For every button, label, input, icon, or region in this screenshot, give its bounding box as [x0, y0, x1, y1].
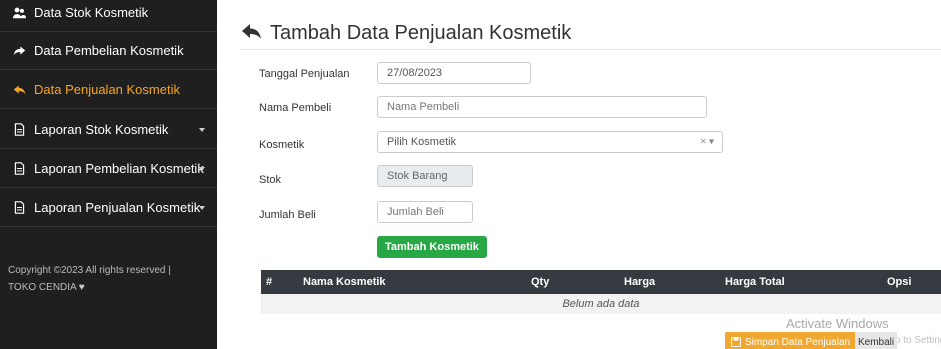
sidebar-item-laporan-stok[interactable]: Laporan Stok Kosmetik: [0, 111, 217, 149]
reply-icon: [12, 83, 26, 97]
chevron-down-icon: [199, 166, 205, 171]
nama-pembeli-input[interactable]: Nama Pembeli: [377, 96, 707, 118]
copyright-line: Copyright ©2023 All rights reserved |: [8, 265, 171, 276]
copyright: Copyright ©2023 All rights reserved | TO…: [8, 262, 213, 296]
table-empty-row: Belum ada data: [261, 294, 941, 314]
simpan-button-label: Simpan Data Penjualan: [745, 336, 851, 348]
file-icon: [12, 123, 26, 137]
column-header-harga-total: Harga Total: [725, 276, 785, 288]
page-header: Tambah Data Penjualan Kosmetik: [241, 22, 571, 45]
stok-input: Stok Barang: [377, 165, 473, 187]
sidebar-item-label: Data Pembelian Kosmetik: [34, 43, 184, 58]
file-icon: [12, 162, 26, 176]
kosmetik-select[interactable]: Pilih Kosmetik × ▾: [377, 131, 723, 153]
kosmetik-select-value: Pilih Kosmetik: [387, 136, 457, 148]
users-icon: [12, 6, 26, 20]
sidebar-item-label: Data Stok Kosmetik: [34, 5, 149, 20]
heart-icon: ♥: [78, 282, 85, 293]
divider: [241, 49, 941, 50]
clear-icon[interactable]: ×: [700, 137, 706, 148]
chevron-down-icon: [199, 127, 205, 132]
select-controls: × ▾: [700, 137, 714, 148]
chevron-down-icon: ▾: [708, 136, 714, 148]
store-name: TOKO CENDIA: [8, 282, 77, 293]
tambah-kosmetik-button[interactable]: Tambah Kosmetik: [377, 236, 487, 258]
main-content: Tambah Data Penjualan Kosmetik Tanggal P…: [217, 0, 941, 349]
sidebar-item-label: Laporan Stok Kosmetik: [34, 122, 169, 137]
sidebar-item-label: Data Penjualan Kosmetik: [34, 82, 180, 97]
jumlah-label: Jumlah Beli: [259, 209, 316, 221]
file-icon: [12, 201, 26, 215]
column-header-number: #: [266, 276, 273, 288]
table-header: # Nama Kosmetik Qty Harga Harga Total Op…: [261, 270, 941, 294]
page-title: Tambah Data Penjualan Kosmetik: [270, 22, 572, 44]
copyright-line: TOKO CENDIA ♥: [8, 279, 213, 296]
sidebar-item-data-pembelian[interactable]: Data Pembelian Kosmetik: [0, 32, 217, 70]
column-header-harga: Harga: [624, 276, 656, 288]
chevron-down-icon: [199, 205, 205, 210]
simpan-button[interactable]: Simpan Data Penjualan: [725, 332, 857, 349]
column-header-opsi: Opsi: [887, 276, 912, 288]
jumlah-beli-input[interactable]: Jumlah Beli: [377, 201, 473, 223]
save-icon: [731, 337, 741, 347]
sidebar-item-label: Laporan Pembelian Kosmetik: [34, 161, 204, 176]
sidebar-item-label: Laporan Penjualan Kosmetik: [34, 200, 201, 215]
kembali-button[interactable]: Kembali: [855, 332, 898, 349]
column-header-qty: Qty: [531, 276, 550, 288]
reply-icon: [241, 22, 262, 45]
sidebar-item-laporan-pembelian[interactable]: Laporan Pembelian Kosmetik: [0, 150, 217, 188]
kosmetik-label: Kosmetik: [259, 139, 305, 151]
share-icon: [12, 44, 26, 58]
stok-label: Stok: [259, 174, 282, 186]
activate-windows-watermark: Activate Windows: [786, 316, 889, 331]
tanggal-label: Tanggal Penjualan: [259, 68, 350, 80]
sidebar-item-laporan-penjualan[interactable]: Laporan Penjualan Kosmetik: [0, 189, 217, 227]
column-header-nama: Nama Kosmetik: [303, 276, 386, 288]
tanggal-input[interactable]: 27/08/2023: [377, 62, 531, 84]
nama-label: Nama Pembeli: [259, 102, 332, 114]
sidebar-item-data-stok[interactable]: Data Stok Kosmetik: [0, 0, 217, 32]
sidebar: Data Stok Kosmetik Data Pembelian Kosmet…: [0, 0, 217, 349]
sidebar-item-data-penjualan[interactable]: Data Penjualan Kosmetik: [0, 71, 217, 109]
